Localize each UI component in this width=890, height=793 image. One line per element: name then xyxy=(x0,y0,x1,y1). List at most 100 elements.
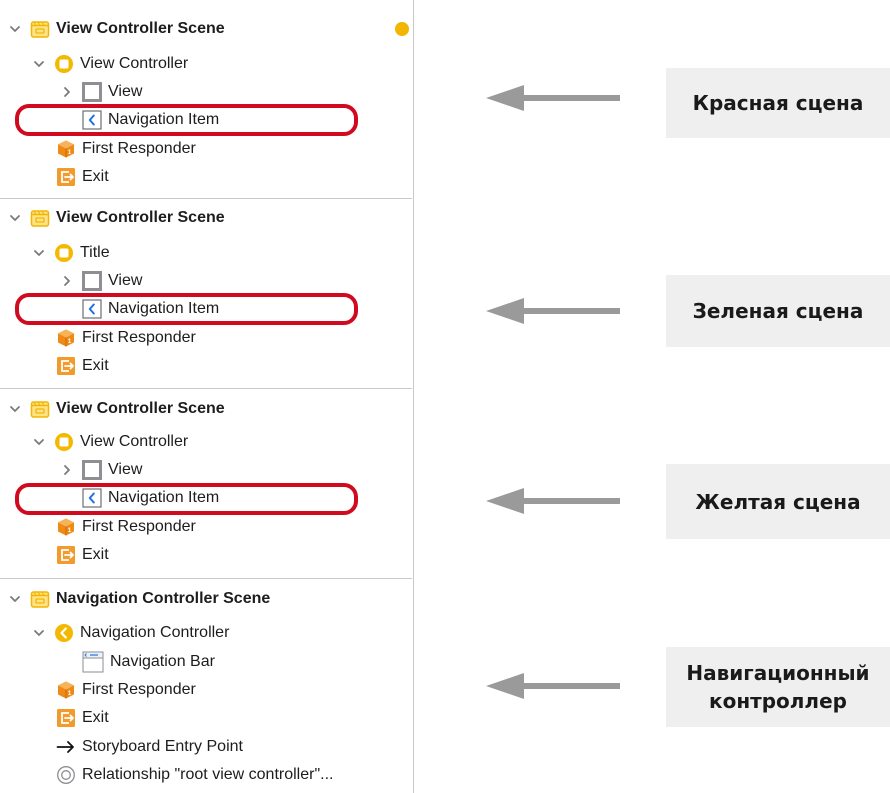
tree-row-navigation-item[interactable]: Navigation Item xyxy=(82,296,219,322)
arrow-left-icon xyxy=(486,298,620,324)
exit-icon xyxy=(56,167,76,187)
view-controller-icon xyxy=(54,243,74,263)
scene-dock-icon[interactable] xyxy=(395,22,409,36)
tree-row-view[interactable]: View xyxy=(60,79,142,105)
chevron-down-icon[interactable] xyxy=(32,246,46,260)
scene-row[interactable]: Navigation Controller Scene xyxy=(8,586,270,612)
tree-label: Navigation Item xyxy=(108,111,220,128)
first-responder-icon xyxy=(56,680,76,700)
scene-title: View Controller Scene xyxy=(56,209,225,226)
chevron-down-icon[interactable] xyxy=(8,211,22,225)
tree-row-view[interactable]: View xyxy=(60,268,142,294)
tree-row-navigation-bar[interactable]: Navigation Bar xyxy=(82,649,215,675)
tree-label: Navigation Bar xyxy=(110,653,215,670)
storyboard-scene-icon xyxy=(30,208,50,228)
view-icon xyxy=(82,82,102,102)
tree-row-exit[interactable]: Exit xyxy=(56,542,109,568)
arrow-left-icon xyxy=(486,85,620,111)
tree-row-controller[interactable]: Title xyxy=(32,240,110,266)
tree-label: Exit xyxy=(82,546,109,563)
tree-label: Navigation Item xyxy=(108,300,220,317)
view-controller-icon xyxy=(54,54,74,74)
tree-label: First Responder xyxy=(82,329,196,346)
tree-label: Exit xyxy=(82,357,109,374)
navigation-controller-icon xyxy=(54,623,74,643)
first-responder-icon xyxy=(56,139,76,159)
tree-row-first-responder[interactable]: First Responder xyxy=(56,136,196,162)
chevron-right-icon[interactable] xyxy=(60,274,74,288)
tree-label: First Responder xyxy=(82,518,196,535)
scene-group-4: Navigation Controller Scene Navigation C… xyxy=(0,578,412,793)
annotation-label-1: Красная сцена xyxy=(666,68,890,138)
arrow-right-icon xyxy=(56,737,76,757)
chevron-down-icon[interactable] xyxy=(32,57,46,71)
tree-row-first-responder[interactable]: First Responder xyxy=(56,325,196,351)
tree-label: View xyxy=(108,83,143,100)
tree-label: View xyxy=(108,272,143,289)
tree-label: Navigation Controller xyxy=(80,624,230,641)
tree-label: First Responder xyxy=(82,681,196,698)
annotation-label-3: Желтая сцена xyxy=(666,464,890,539)
arrow-left-icon xyxy=(486,488,620,514)
tree-label: First Responder xyxy=(82,140,196,157)
scene-title: View Controller Scene xyxy=(56,400,225,417)
tree-label: Navigation Item xyxy=(108,489,220,506)
chevron-down-icon[interactable] xyxy=(8,22,22,36)
exit-icon xyxy=(56,356,76,376)
first-responder-icon xyxy=(56,517,76,537)
tree-row-storyboard-entry-point[interactable]: Storyboard Entry Point xyxy=(56,734,243,760)
navigation-item-icon xyxy=(82,299,102,319)
tree-row-exit[interactable]: Exit xyxy=(56,705,109,731)
chevron-right-icon[interactable] xyxy=(60,85,74,99)
tree-row-first-responder[interactable]: First Responder xyxy=(56,677,196,703)
tree-row-exit[interactable]: Exit xyxy=(56,353,109,379)
tree-row-navigation-item[interactable]: Navigation Item xyxy=(82,485,219,511)
scene-title: View Controller Scene xyxy=(56,20,225,37)
storyboard-scene-icon xyxy=(30,19,50,39)
view-controller-icon xyxy=(54,432,74,452)
tree-label: View Controller xyxy=(80,433,189,450)
tree-label: View Controller xyxy=(80,55,189,72)
first-responder-icon xyxy=(56,328,76,348)
chevron-down-icon[interactable] xyxy=(8,402,22,416)
scene-row[interactable]: View Controller Scene xyxy=(8,16,225,42)
scene-row[interactable]: View Controller Scene xyxy=(8,396,225,422)
exit-icon xyxy=(56,545,76,565)
tree-row-exit[interactable]: Exit xyxy=(56,164,109,190)
navigation-item-icon xyxy=(82,488,102,508)
chevron-down-icon[interactable] xyxy=(32,626,46,640)
chevron-down-icon[interactable] xyxy=(32,435,46,449)
relationship-icon xyxy=(56,765,76,785)
view-icon xyxy=(82,460,102,480)
tree-row-navigation-item[interactable]: Navigation Item xyxy=(82,107,219,133)
scene-group-1: View Controller Scene View Controller Vi… xyxy=(0,0,412,199)
storyboard-scene-icon xyxy=(30,399,50,419)
exit-icon xyxy=(56,708,76,728)
scene-title: Navigation Controller Scene xyxy=(56,590,271,607)
tree-label: Exit xyxy=(82,709,109,726)
tree-label: Exit xyxy=(82,168,109,185)
tree-row-controller[interactable]: View Controller xyxy=(32,51,188,77)
annotation-label-2: Зеленая сцена xyxy=(666,275,890,347)
chevron-down-icon[interactable] xyxy=(8,592,22,606)
tree-row-controller[interactable]: View Controller xyxy=(32,429,188,455)
navigation-item-icon xyxy=(82,110,102,130)
tree-label: Relationship "root view controller"... xyxy=(82,766,334,783)
tree-row-first-responder[interactable]: First Responder xyxy=(56,514,196,540)
tree-row-navigation-controller[interactable]: Navigation Controller xyxy=(32,620,229,646)
tree-row-relationship[interactable]: Relationship "root view controller"... xyxy=(56,762,333,788)
tree-label: View xyxy=(108,461,143,478)
document-outline: View Controller Scene View Controller Vi… xyxy=(0,0,414,793)
tree-label: Title xyxy=(80,244,110,261)
scene-group-3: View Controller Scene View Controller Vi… xyxy=(0,388,412,579)
annotation-label-4: Навигационный контроллер xyxy=(666,647,890,727)
tree-label: Storyboard Entry Point xyxy=(82,738,243,755)
arrow-left-icon xyxy=(486,673,620,699)
chevron-right-icon[interactable] xyxy=(60,463,74,477)
scene-group-2: View Controller Scene Title View Navigat… xyxy=(0,198,412,389)
navigation-bar-icon xyxy=(82,651,104,673)
tree-row-view[interactable]: View xyxy=(60,457,142,483)
view-icon xyxy=(82,271,102,291)
storyboard-scene-icon xyxy=(30,589,50,609)
scene-row[interactable]: View Controller Scene xyxy=(8,205,225,231)
